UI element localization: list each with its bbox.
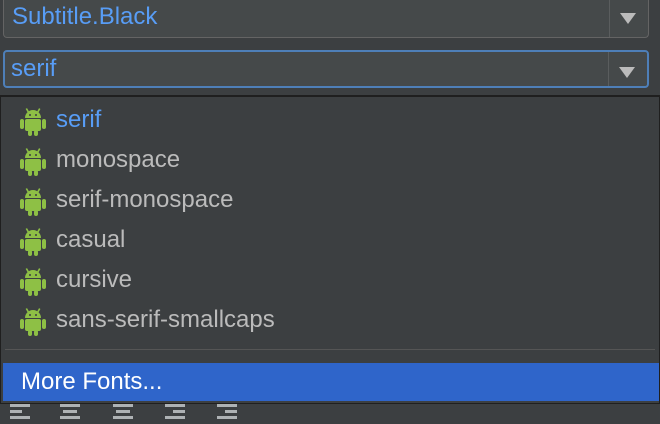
list-item-serif-monospace[interactable]: serif-monospace <box>1 180 659 220</box>
font-family-dropdown-list: serif monospace serif-monospace casual c… <box>0 95 660 404</box>
list-item-label: serif <box>56 106 102 133</box>
android-icon <box>20 228 46 256</box>
list-item-serif[interactable]: serif <box>1 100 659 140</box>
align-left-icon[interactable] <box>10 404 32 422</box>
align-center-alt-icon[interactable] <box>113 404 135 422</box>
chevron-down-icon <box>620 13 636 24</box>
font-family-combo[interactable]: serif <box>3 50 649 88</box>
list-item-monospace[interactable]: monospace <box>1 140 659 180</box>
more-fonts-label: More Fonts... <box>21 368 163 395</box>
more-fonts-item[interactable]: More Fonts... <box>3 363 659 401</box>
android-icon <box>20 108 46 136</box>
android-icon <box>20 148 46 176</box>
list-separator <box>5 349 655 350</box>
list-item-label: sans-serif-smallcaps <box>56 306 275 333</box>
align-right-icon[interactable] <box>165 404 187 422</box>
android-icon <box>20 308 46 336</box>
list-item-label: casual <box>56 226 126 253</box>
list-item-label: monospace <box>56 146 181 173</box>
align-center-icon[interactable] <box>60 404 82 422</box>
list-item-label: serif-monospace <box>56 186 234 213</box>
list-item-casual[interactable]: casual <box>1 220 659 260</box>
android-icon <box>20 188 46 216</box>
text-appearance-value: Subtitle.Black <box>12 3 158 30</box>
text-appearance-dropdown-button[interactable] <box>609 0 648 37</box>
align-end-icon[interactable] <box>217 404 239 422</box>
font-family-value: serif <box>11 55 57 82</box>
text-appearance-combo[interactable]: Subtitle.Black <box>3 0 649 38</box>
android-icon <box>20 268 46 296</box>
list-item-label: cursive <box>56 266 133 293</box>
font-family-dropdown-button[interactable] <box>608 52 647 86</box>
list-item-cursive[interactable]: cursive <box>1 260 659 300</box>
list-item-sans-serif-smallcaps[interactable]: sans-serif-smallcaps <box>1 300 659 340</box>
chevron-down-icon <box>619 67 635 78</box>
